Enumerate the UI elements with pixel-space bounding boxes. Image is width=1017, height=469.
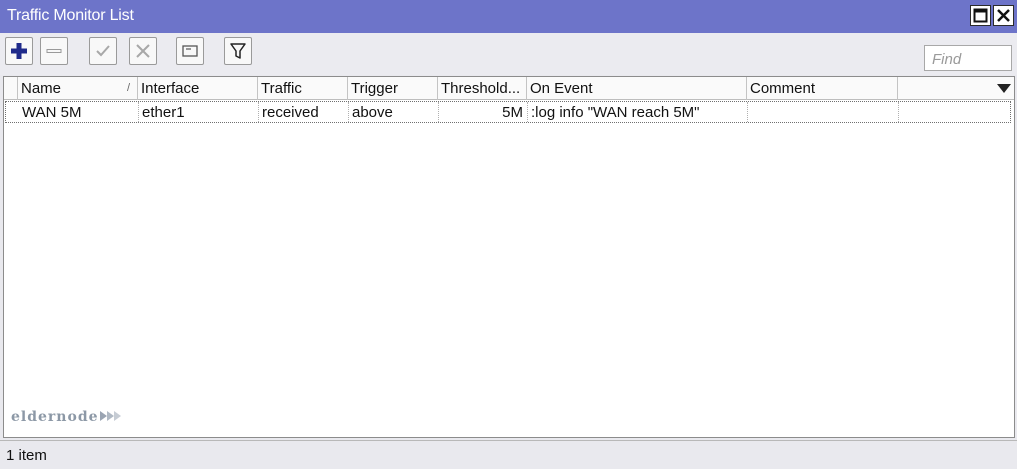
cell-name: WAN 5M — [19, 102, 139, 122]
row-marker-column — [4, 77, 18, 100]
title-bar[interactable]: Traffic Monitor List — [0, 0, 1017, 33]
disable-button[interactable] — [129, 37, 157, 65]
sort-ascending-icon: / — [126, 82, 130, 94]
eldernode-watermark: eldernode — [11, 409, 121, 425]
arrows-icon — [100, 411, 121, 421]
column-header-label: Name — [21, 80, 62, 97]
column-header-label: On Event — [530, 80, 593, 97]
toolbar — [0, 33, 1017, 75]
comment-button[interactable] — [176, 37, 204, 65]
column-header-label: Comment — [750, 80, 816, 97]
plus-icon — [11, 43, 27, 59]
close-button[interactable] — [993, 5, 1014, 26]
column-header-name[interactable]: Name / — [18, 77, 138, 100]
status-bar: 1 item — [0, 440, 1017, 469]
column-header-interface[interactable]: Interface — [138, 77, 258, 100]
comment-icon — [182, 45, 198, 57]
item-count: 1 item — [6, 447, 47, 464]
add-button[interactable] — [5, 37, 33, 65]
cell-interface: ether1 — [139, 102, 259, 122]
cell-threshold: 5M — [439, 102, 528, 122]
filter-button[interactable] — [224, 37, 252, 65]
column-header-label: Interface — [141, 80, 200, 97]
x-icon — [136, 44, 150, 58]
minus-icon — [46, 49, 62, 53]
traffic-monitor-table: Name / Interface Traffic Trigger Thresho… — [3, 76, 1015, 438]
cell-traffic: received — [259, 102, 349, 122]
cell-comment — [748, 102, 899, 122]
enable-button[interactable] — [89, 37, 117, 65]
table-row[interactable]: WAN 5M ether1 received above 5M :log inf… — [5, 101, 1011, 123]
window-title: Traffic Monitor List — [7, 7, 134, 24]
check-icon — [96, 45, 110, 57]
column-header-label: Traffic — [261, 80, 302, 97]
column-header-comment[interactable]: Comment — [747, 77, 898, 100]
column-header-traffic[interactable]: Traffic — [258, 77, 348, 100]
column-header-threshold[interactable]: Threshold... — [438, 77, 527, 100]
maximize-button[interactable] — [970, 5, 991, 26]
maximize-icon — [973, 8, 988, 23]
traffic-monitor-window: Traffic Monitor List Find Name / Interfa… — [0, 0, 1017, 469]
find-input[interactable] — [924, 45, 1012, 71]
column-header-label: Threshold... — [441, 80, 521, 97]
watermark-text: eldernode — [11, 409, 99, 425]
close-icon — [997, 9, 1010, 22]
column-header-trigger[interactable]: Trigger — [348, 77, 438, 100]
remove-button[interactable] — [40, 37, 68, 65]
table-header: Name / Interface Traffic Trigger Thresho… — [4, 77, 1014, 100]
filter-icon — [230, 43, 246, 59]
chevron-down-icon — [997, 84, 1011, 93]
cell-on-event: :log info "WAN reach 5M" — [528, 102, 748, 122]
column-header-on-event[interactable]: On Event — [527, 77, 747, 100]
column-header-label: Trigger — [351, 80, 398, 97]
column-menu-button[interactable] — [898, 77, 1014, 100]
cell-trigger: above — [349, 102, 439, 122]
